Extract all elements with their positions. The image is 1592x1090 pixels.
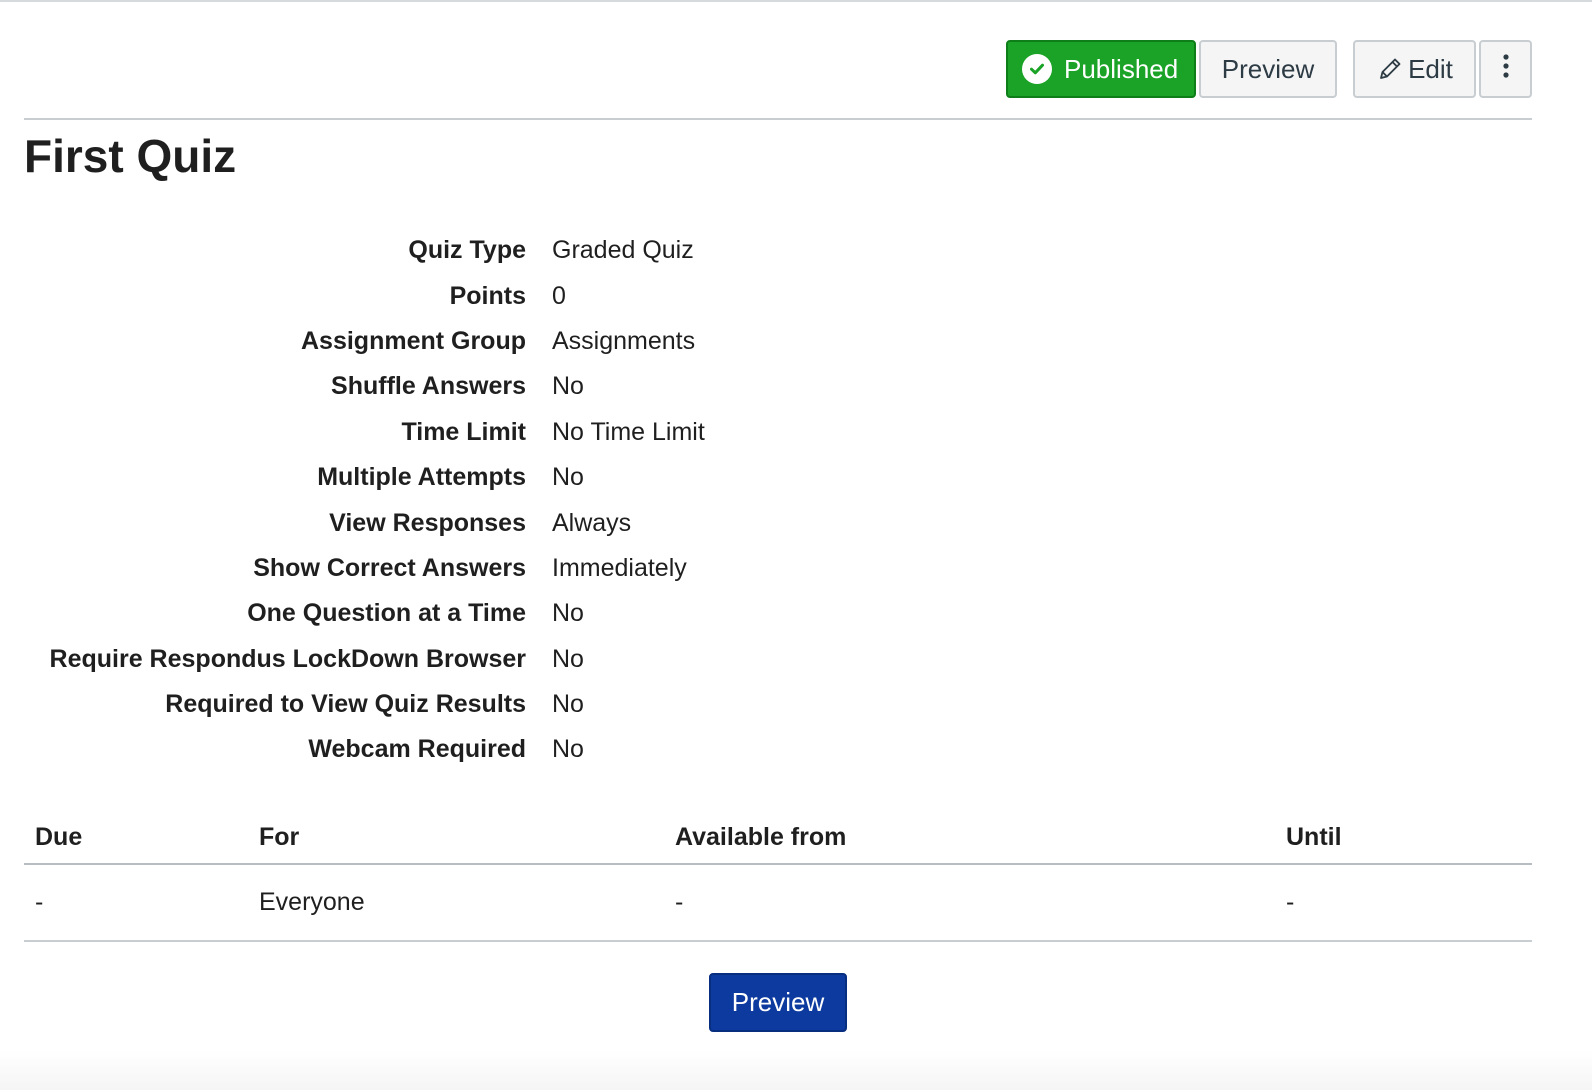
header-available-from: Available from (675, 823, 847, 851)
table-header-row: Due For Available from Until (24, 812, 1532, 865)
detail-row: Webcam Required No (24, 727, 924, 772)
edit-button[interactable]: Edit (1353, 40, 1476, 98)
detail-label: Time Limit (401, 417, 526, 446)
detail-value: No (552, 372, 584, 401)
detail-value: No (552, 644, 584, 673)
header-toolbar: Published Preview Edit (24, 0, 1532, 120)
quiz-details: Quiz Type Graded Quiz Points 0 Assignmen… (24, 228, 924, 773)
published-button[interactable]: Published (1006, 40, 1196, 98)
preview-quiz-button[interactable]: Preview (709, 973, 847, 1032)
preview-label: Preview (1221, 53, 1315, 84)
detail-value: No (552, 463, 584, 492)
bottom-fade (0, 1050, 1592, 1090)
detail-label: Quiz Type (408, 236, 526, 265)
detail-value: 0 (552, 281, 566, 310)
edit-label: Edit (1408, 53, 1453, 84)
header-until: Until (1286, 823, 1342, 851)
detail-value: Always (552, 508, 632, 537)
detail-label: Points (449, 281, 526, 310)
detail-row: Multiple Attempts No (24, 455, 924, 500)
check-circle-icon (1022, 54, 1052, 84)
detail-label: View Responses (329, 508, 526, 537)
kebab-menu-icon (1502, 52, 1510, 87)
detail-row: Assignment Group Assignments (24, 319, 924, 364)
detail-row: Show Correct Answers Immediately (24, 546, 924, 591)
detail-row: View Responses Always (24, 500, 924, 545)
cell-available-from: - (675, 888, 684, 916)
detail-value: Immediately (552, 553, 687, 582)
table-row: - Everyone - - (24, 865, 1532, 942)
detail-value: No Time Limit (552, 417, 705, 446)
more-options-button[interactable] (1479, 40, 1532, 98)
detail-label: Require Respondus LockDown Browser (49, 644, 526, 673)
detail-row: Quiz Type Graded Quiz (24, 228, 924, 273)
pencil-icon (1376, 55, 1404, 83)
detail-label: Webcam Required (308, 735, 526, 764)
header-for: For (259, 823, 300, 851)
cell-due: - (35, 888, 44, 916)
published-label: Published (1064, 53, 1179, 84)
detail-label: Multiple Attempts (317, 463, 526, 492)
detail-value: Assignments (552, 326, 696, 355)
detail-value: No (552, 735, 584, 764)
preview-quiz-label: Preview (731, 987, 825, 1017)
due-dates-table: Due For Available from Until - Everyone … (24, 812, 1532, 942)
page-title: First Quiz (24, 130, 237, 182)
detail-row: One Question at a Time No (24, 591, 924, 636)
detail-row: Required to View Quiz Results No (24, 682, 924, 727)
detail-label: Show Correct Answers (253, 553, 526, 582)
preview-button[interactable]: Preview (1199, 40, 1337, 98)
detail-label: Shuffle Answers (331, 372, 526, 401)
cell-until: - (1286, 888, 1295, 916)
detail-value: No (552, 690, 584, 719)
detail-label: Assignment Group (300, 326, 526, 355)
detail-label: One Question at a Time (247, 599, 526, 628)
detail-row: Points 0 (24, 273, 924, 318)
cell-for: Everyone (259, 888, 365, 916)
detail-label: Required to View Quiz Results (165, 690, 526, 719)
detail-value: No (552, 599, 584, 628)
header-due: Due (35, 823, 83, 851)
detail-row: Shuffle Answers No (24, 364, 924, 409)
detail-row: Require Respondus LockDown Browser No (24, 637, 924, 682)
detail-value: Graded Quiz (552, 236, 694, 265)
detail-row: Time Limit No Time Limit (24, 410, 924, 455)
quiz-page: Published Preview Edit First Quiz Quiz T… (24, 0, 1532, 1032)
